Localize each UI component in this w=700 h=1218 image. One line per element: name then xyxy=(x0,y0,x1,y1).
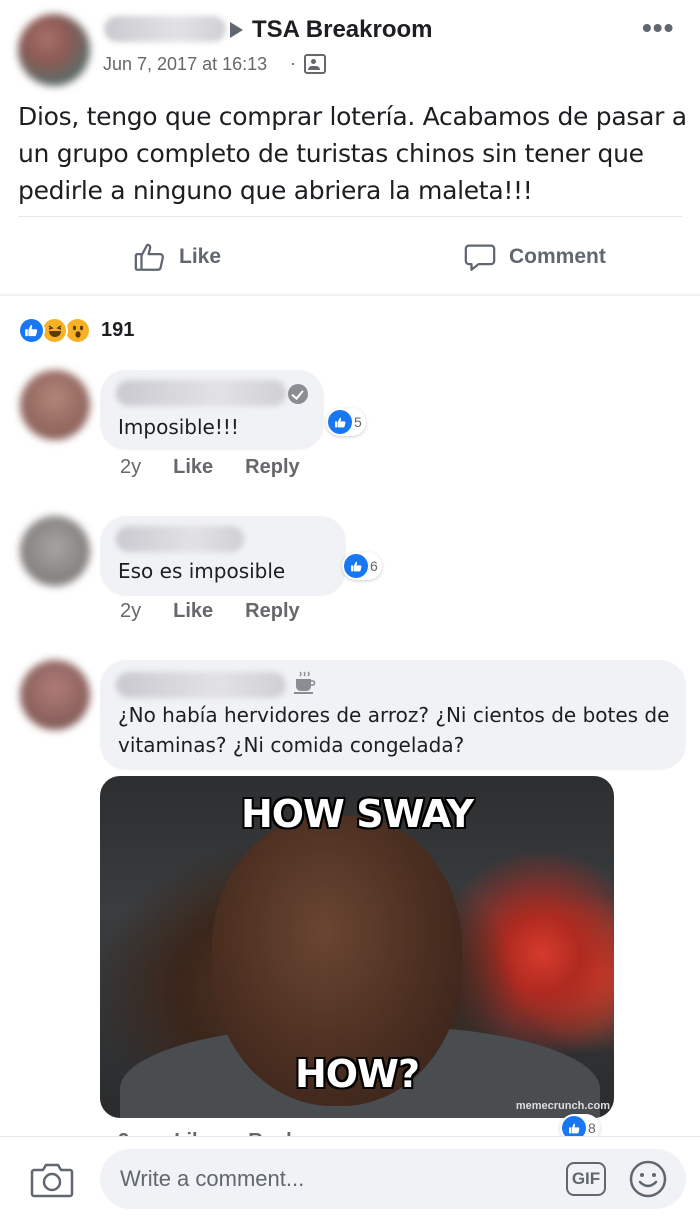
wow-reaction-icon xyxy=(64,316,91,344)
commenter-avatar[interactable] xyxy=(20,516,90,586)
gif-button[interactable]: GIF xyxy=(566,1162,606,1196)
meta-separator: · xyxy=(290,53,296,73)
comment-text: Imposible!!! xyxy=(118,415,239,439)
like-reaction-icon xyxy=(18,316,45,344)
meme-top-caption: HOW SWAY xyxy=(240,792,474,836)
like-reaction-icon xyxy=(328,410,352,434)
meme-bottom-caption: HOW? xyxy=(294,1052,420,1096)
section-divider xyxy=(0,294,700,296)
comment-reply-button[interactable]: Reply xyxy=(245,456,299,479)
comment-bubble-icon xyxy=(464,244,496,271)
post-timestamp[interactable]: Jun 7, 2017 at 16:13 xyxy=(103,54,267,75)
comment-age[interactable]: 2y xyxy=(118,1126,140,1136)
post-comment-button[interactable]: Comment xyxy=(463,236,606,278)
comment-like-count[interactable]: 6 xyxy=(342,552,382,580)
group-name-link[interactable]: TSA Breakroom xyxy=(252,16,433,44)
comment-composer-bar: GIF xyxy=(0,1136,700,1218)
comment-like-button[interactable]: Like xyxy=(173,600,213,623)
comment-text: Eso es imposible xyxy=(118,559,286,583)
comment-like-button[interactable]: Like xyxy=(173,456,213,479)
meme-watermark: memecrunch.com xyxy=(515,1100,610,1112)
divider xyxy=(18,216,682,217)
like-count: 5 xyxy=(354,414,362,430)
like-label: Like xyxy=(179,245,222,268)
arrow-right-icon xyxy=(230,22,243,38)
post-like-button[interactable]: Like xyxy=(133,236,221,278)
coffee-cup-icon xyxy=(294,671,316,694)
group-audience-icon xyxy=(304,54,326,74)
commenter-name-blurred[interactable] xyxy=(116,672,286,698)
haha-reaction-icon xyxy=(41,316,68,344)
post-author-name-blurred[interactable] xyxy=(104,16,226,42)
reaction-count: 191 xyxy=(101,318,135,341)
reactions-summary[interactable]: 191 xyxy=(18,316,134,344)
comment-text: ¿No había hervidores de arroz? ¿Ni cient… xyxy=(118,703,670,757)
comment-like-count[interactable]: 5 xyxy=(326,408,366,436)
like-count: 8 xyxy=(588,1120,596,1136)
comment-reply-button[interactable]: Reply xyxy=(248,1126,302,1136)
commenter-avatar[interactable] xyxy=(20,370,90,440)
comment-actions: 2y Like Reply xyxy=(120,456,300,479)
like-count: 6 xyxy=(370,558,378,574)
comment-actions: 2y Like Reply xyxy=(120,600,300,623)
like-reaction-icon xyxy=(344,554,368,578)
meme-image[interactable]: HOW SWAY HOW? memecrunch.com xyxy=(100,776,614,1118)
commenter-name-blurred[interactable] xyxy=(116,380,286,406)
post-body-text: Dios, tengo que comprar lotería. Acabamo… xyxy=(18,102,687,205)
thumbs-up-icon xyxy=(134,243,164,271)
comment-actions-partial: 2y Like Reply xyxy=(118,1126,303,1136)
post-author-avatar[interactable] xyxy=(18,14,90,86)
comment-like-button[interactable]: Like xyxy=(174,1126,214,1136)
commenter-name-blurred[interactable] xyxy=(116,526,244,552)
comment-age[interactable]: 2y xyxy=(120,456,141,479)
comment-label: Comment xyxy=(509,245,606,268)
commenter-avatar[interactable] xyxy=(20,660,90,730)
emoji-smile-icon[interactable] xyxy=(628,1159,668,1199)
comment-reply-button[interactable]: Reply xyxy=(245,600,299,623)
more-options-icon[interactable]: ••• xyxy=(642,14,674,42)
verified-badge-icon xyxy=(288,384,308,404)
camera-icon[interactable] xyxy=(30,1162,74,1198)
comment-age[interactable]: 2y xyxy=(120,600,141,623)
